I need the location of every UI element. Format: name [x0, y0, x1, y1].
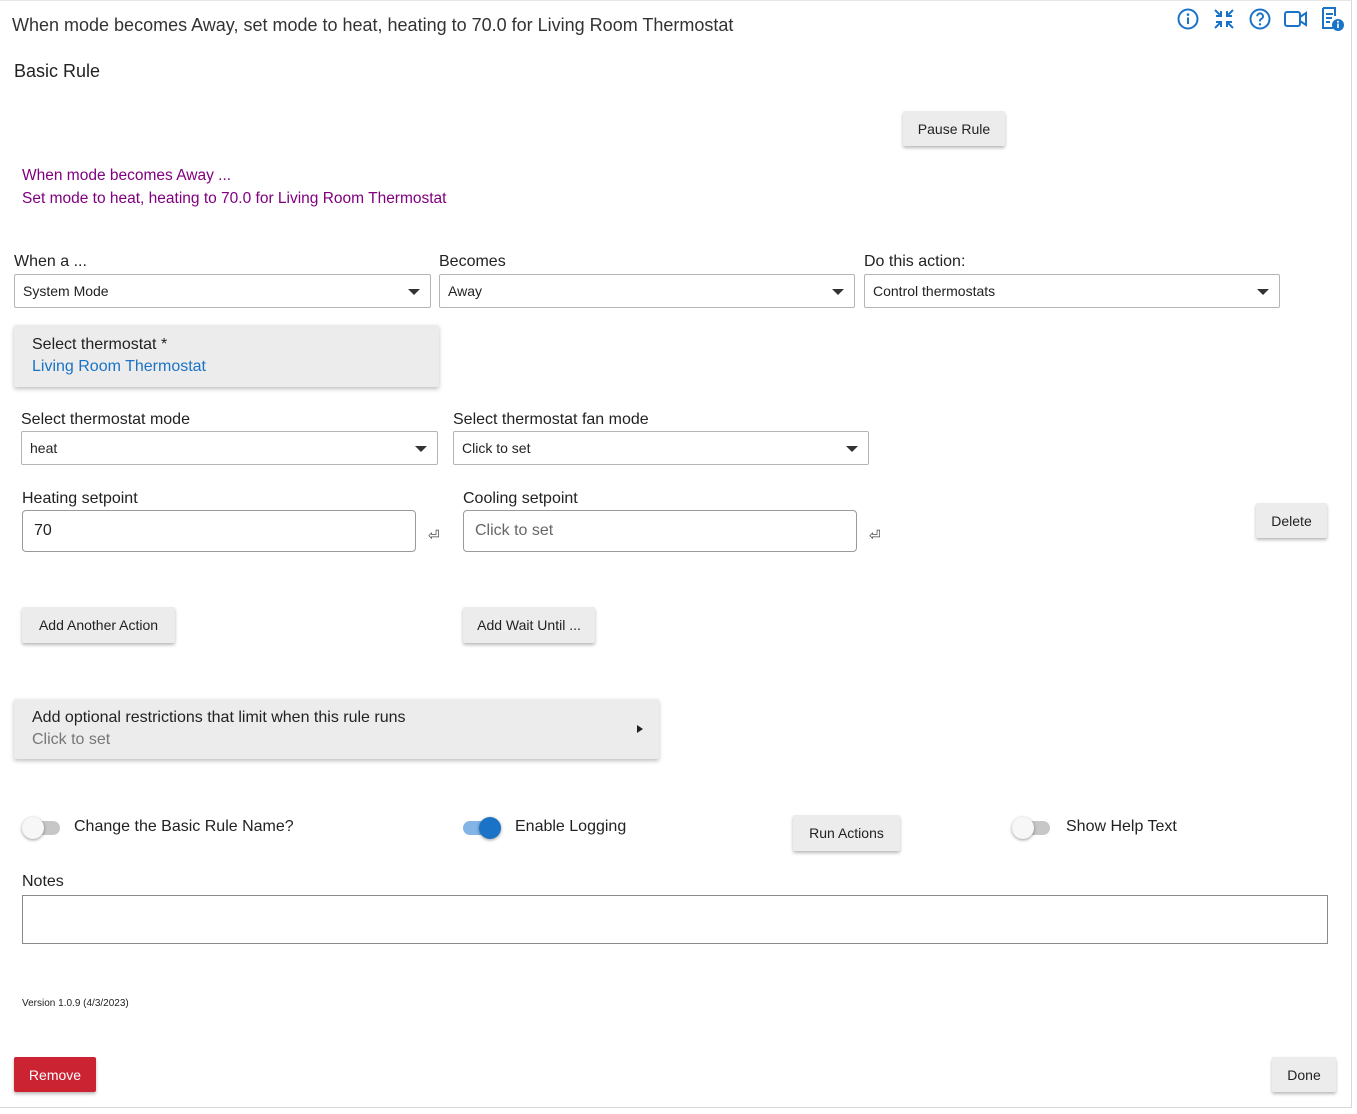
delete-action-button[interactable]: Delete	[1256, 503, 1327, 538]
fan-mode-select[interactable]: Click to set	[453, 431, 869, 465]
pause-rule-button[interactable]: Pause Rule	[903, 111, 1005, 146]
cooling-setpoint-input[interactable]: Click to set	[463, 510, 857, 552]
enter-icon[interactable]: ⏎	[428, 527, 440, 544]
heating-setpoint-label: Heating setpoint	[22, 490, 138, 507]
when-select[interactable]: System Mode	[14, 274, 431, 308]
chevron-down-icon	[415, 446, 427, 452]
action-select-value: Control thermostats	[873, 283, 996, 299]
thermostat-mode-label: Select thermostat mode	[21, 411, 190, 428]
add-another-action-button[interactable]: Add Another Action	[22, 607, 175, 643]
restrictions-card[interactable]: Add optional restrictions that limit whe…	[14, 699, 659, 759]
run-actions-button[interactable]: Run Actions	[793, 815, 900, 851]
fan-mode-label: Select thermostat fan mode	[453, 411, 649, 428]
fan-mode-value: Click to set	[462, 440, 531, 456]
add-wait-until-button[interactable]: Add Wait Until ...	[463, 607, 595, 643]
expand-arrow-icon	[637, 725, 643, 733]
toggle-knob	[1012, 817, 1034, 839]
notes-textarea[interactable]	[22, 895, 1328, 944]
help-text-toggle[interactable]	[1012, 817, 1050, 839]
rule-description-action: Set mode to heat, heating to 70.0 for Li…	[22, 190, 447, 207]
becomes-select[interactable]: Away	[439, 274, 855, 308]
collapse-icon[interactable]	[1211, 6, 1237, 32]
help-text-toggle-label: Show Help Text	[1066, 818, 1177, 835]
chevron-down-icon	[408, 289, 420, 295]
info-icon[interactable]	[1175, 6, 1201, 32]
restrictions-value: Click to set	[32, 731, 111, 748]
when-label: When a ...	[14, 253, 87, 270]
header-icons	[1175, 6, 1345, 32]
toggle-knob	[479, 817, 501, 839]
document-info-icon[interactable]	[1319, 6, 1345, 32]
heating-setpoint-input[interactable]: 70	[22, 510, 416, 552]
rename-toggle-label: Change the Basic Rule Name?	[74, 818, 294, 835]
becomes-select-value: Away	[448, 283, 482, 299]
rule-description-trigger: When mode becomes Away ...	[22, 167, 232, 184]
toggle-knob	[22, 817, 44, 839]
done-button[interactable]: Done	[1272, 1057, 1336, 1092]
version-text: Version 1.0.9 (4/3/2023)	[22, 998, 129, 1009]
chevron-down-icon	[832, 289, 844, 295]
rule-type-heading: Basic Rule	[14, 61, 101, 81]
enter-icon[interactable]: ⏎	[869, 527, 881, 544]
restrictions-title: Add optional restrictions that limit whe…	[32, 709, 406, 726]
when-select-value: System Mode	[23, 283, 109, 299]
notes-label: Notes	[22, 873, 64, 890]
action-select[interactable]: Control thermostats	[864, 274, 1280, 308]
thermostat-mode-select[interactable]: heat	[21, 431, 438, 465]
logging-toggle-label: Enable Logging	[515, 818, 627, 835]
action-label: Do this action:	[864, 253, 966, 270]
cooling-setpoint-label: Cooling setpoint	[463, 490, 578, 507]
thermostat-mode-value: heat	[30, 440, 58, 456]
chevron-down-icon	[846, 446, 858, 452]
chevron-down-icon	[1257, 289, 1269, 295]
logging-toggle[interactable]	[463, 817, 501, 839]
becomes-label: Becomes	[439, 253, 506, 270]
page-title: When mode becomes Away, set mode to heat…	[12, 15, 734, 35]
help-icon[interactable]	[1247, 6, 1273, 32]
select-thermostat-label: Select thermostat *	[32, 336, 168, 353]
remove-button[interactable]: Remove	[14, 1057, 96, 1092]
rename-toggle[interactable]	[22, 817, 60, 839]
select-thermostat-card[interactable]: Select thermostat * Living Room Thermost…	[14, 325, 439, 387]
rule-description: When mode becomes Away ... Set mode to h…	[22, 164, 447, 210]
video-icon[interactable]	[1283, 6, 1309, 32]
select-thermostat-value: Living Room Thermostat	[32, 358, 206, 375]
